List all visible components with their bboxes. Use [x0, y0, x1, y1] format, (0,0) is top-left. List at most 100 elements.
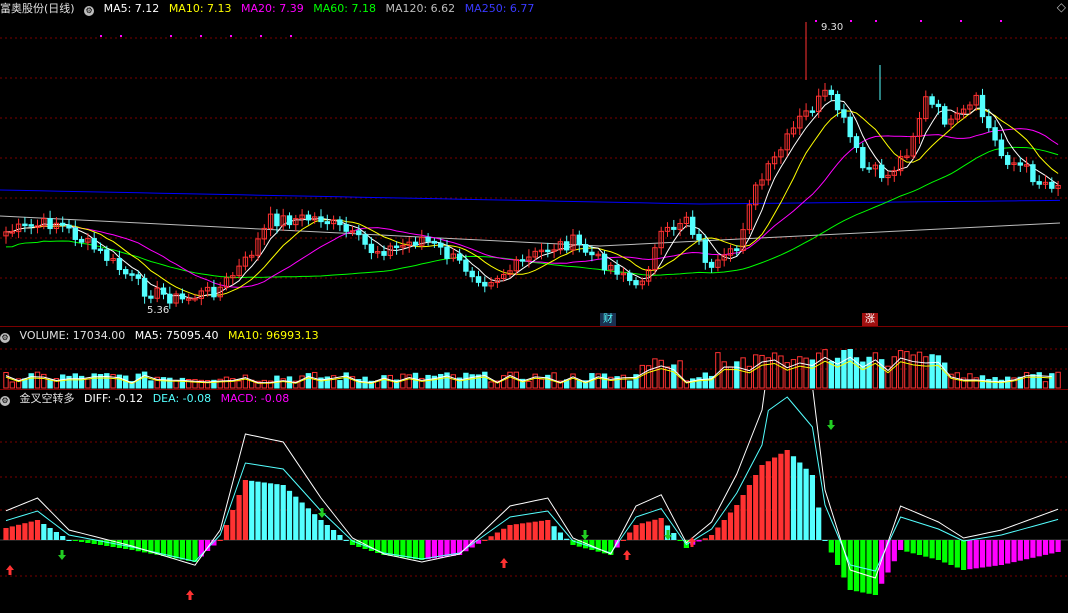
volume-settings-icon[interactable]: ⚙ [0, 333, 10, 343]
candlestick-chart[interactable] [0, 0, 1068, 327]
macd-bar [772, 457, 778, 540]
macd-bar [904, 540, 910, 552]
macd-settings-icon[interactable]: ⚙ [0, 396, 10, 406]
macd-bar [419, 540, 425, 560]
price-header: 富奥股份(日线) ⚙ MA5: 7.12 MA10: 7.13 MA20: 7.… [0, 2, 540, 16]
candle-body [935, 103, 942, 108]
candle-body [589, 251, 595, 256]
signal-dot [1000, 20, 1002, 22]
volume-bar [104, 373, 110, 389]
signal-dot [260, 35, 262, 37]
volume-bar [160, 377, 167, 389]
macd-bar [280, 485, 286, 540]
volume-bar [904, 351, 910, 389]
buy-arrow-icon [688, 537, 696, 547]
macd-bar [1042, 540, 1049, 555]
candle-body [438, 242, 444, 248]
macd-header: ⚙ 金叉空转多 DIFF: -0.12 DEA: -0.08 MACD: -0.… [0, 392, 295, 406]
macd-bar [1055, 540, 1061, 552]
macd-bar [34, 520, 41, 540]
candle-body [998, 139, 1005, 157]
sell-arrow-icon [58, 550, 66, 560]
candle-body [828, 89, 834, 96]
candle-body [696, 233, 702, 241]
candle-body [979, 94, 986, 118]
volume-label: VOLUME: 17034.00 [19, 329, 126, 342]
macd-bar [526, 522, 532, 540]
volume-panel[interactable]: ⚙ VOLUME: 17034.00 MA5: 75095.40 MA10: 9… [0, 327, 1068, 390]
volume-bar [740, 357, 746, 389]
candle-body [834, 94, 841, 111]
macd-bar [677, 540, 683, 541]
candle-body [519, 259, 526, 262]
volume-bar [223, 376, 230, 389]
candle-body [356, 230, 362, 236]
volume-bar [771, 352, 778, 389]
macd-chart[interactable] [0, 390, 1068, 613]
macd-bar [412, 540, 419, 560]
stock-title: 富奥股份(日线) [0, 2, 75, 15]
candle-body [564, 241, 570, 251]
macd-bar [324, 525, 330, 540]
candle-body [469, 270, 475, 278]
volume-bar [627, 380, 633, 389]
macd-bar [803, 468, 809, 540]
macd-bar [627, 532, 633, 540]
volume-bar [601, 373, 608, 389]
settings-gear-icon[interactable]: ⚙ [84, 6, 95, 16]
ma120-line [0, 215, 1061, 247]
macd-bar [973, 540, 979, 569]
volume-bar [47, 379, 53, 389]
candle-body [60, 222, 66, 226]
candle-body [929, 96, 935, 105]
signal-dot [920, 20, 922, 22]
macd-bar [261, 482, 267, 540]
volume-bar [66, 375, 72, 389]
volume-bar [872, 352, 879, 389]
macd-bar [929, 540, 935, 559]
macd-bar [444, 540, 450, 557]
candle-body [456, 253, 463, 261]
candle-body [160, 287, 167, 295]
volume-bar [242, 374, 249, 389]
macd-bar [230, 510, 236, 540]
volume-bar [141, 371, 148, 389]
signal-dot [290, 35, 292, 37]
volume-bar [652, 358, 658, 389]
candle-body [97, 248, 104, 251]
finance-marker[interactable]: 财 [600, 313, 616, 326]
candle-body [431, 240, 438, 244]
candle-body [66, 224, 72, 229]
price-panel[interactable]: 富奥股份(日线) ⚙ MA5: 7.12 MA10: 7.13 MA20: 7.… [0, 0, 1068, 327]
signal-dot [850, 20, 852, 22]
macd-bar [286, 490, 293, 540]
buy-arrow-icon [500, 558, 508, 568]
volume-bar [34, 371, 41, 389]
macd-bar [488, 536, 494, 540]
macd-bar [16, 524, 22, 540]
limit-up-marker[interactable]: 涨 [862, 313, 878, 326]
macd-bar [60, 536, 66, 540]
macd-bar [538, 520, 545, 540]
macd-bar [312, 514, 318, 540]
candle-body [463, 259, 469, 272]
candle-body [28, 224, 34, 227]
candle-body [545, 249, 551, 253]
candle-body [482, 281, 488, 287]
macd-bar [646, 521, 652, 540]
candle-body [324, 221, 331, 225]
macd-bar [746, 485, 752, 540]
volume-bar [923, 356, 929, 389]
candle-body [1030, 164, 1036, 183]
macd-bar [3, 528, 9, 540]
candle-body [444, 246, 450, 259]
diamond-icon[interactable]: ◇ [1057, 0, 1066, 14]
macd-bar [268, 483, 274, 540]
volume-bar [3, 372, 9, 389]
macd-panel[interactable]: ⚙ 金叉空转多 DIFF: -0.12 DEA: -0.08 MACD: -0.… [0, 390, 1068, 613]
macd-bar [778, 453, 784, 540]
volume-bar [570, 373, 576, 389]
volume-bar [803, 357, 809, 389]
macd-bar [709, 535, 715, 540]
volume-bar [60, 374, 66, 389]
